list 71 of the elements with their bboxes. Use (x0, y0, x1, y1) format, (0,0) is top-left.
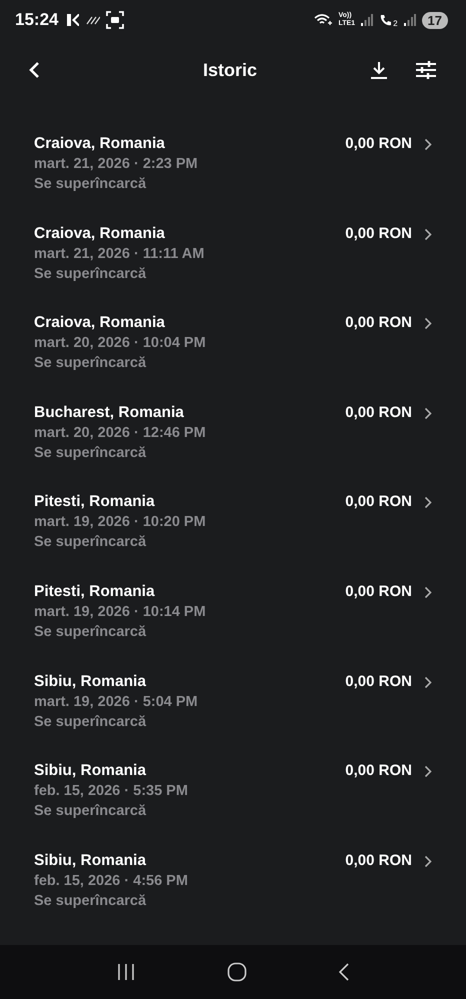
session-row[interactable]: Sibiu, Romania feb. 15, 2026 · 4:56 PM Se superîncarcă 0,00 RON (0, 850, 466, 940)
stripes-icon (86, 15, 100, 25)
session-location: Craiova, Romania (34, 224, 166, 244)
chevron-icon (424, 676, 432, 689)
chevron-icon (424, 765, 432, 778)
battery-level: 17 (422, 12, 448, 28)
chevron-icon (424, 586, 432, 599)
session-row[interactable]: Pitesti, Romania mart. 19, 2026 · 10:14 PM Se superîncarcă 0,00 RON (0, 582, 466, 672)
back-icon (28, 61, 40, 79)
session-status: Se superîncarcă (34, 264, 148, 284)
session-amount: 0,00 RON (345, 134, 412, 154)
session-row[interactable]: Craiova, Romania mart. 21, 2026 · 11:11 AM Se superîncarcă 0,00 RON (0, 224, 466, 314)
session-amount: 0,00 RON (345, 582, 412, 602)
session-status: Se superîncarcă (34, 444, 148, 463)
session-row[interactable]: Sibiu, Romania feb. 15, 2026 · 5:35 PM Se superîncarcă 0,00 RON (0, 761, 466, 851)
session-amount: 0,00 RON (345, 761, 412, 782)
wifi-icon (314, 13, 332, 27)
session-datetime: mart. 19, 2026 · 10:14 PM (34, 602, 207, 622)
phone-icon (379, 13, 394, 27)
session-status: Se superîncarcă (34, 802, 148, 822)
session-row[interactable]: Sibiu, Romania mart. 19, 2026 · 5:04 PM Se superîncarcă 0,00 RON (0, 672, 466, 762)
app-logo-icon (66, 13, 80, 27)
session-row[interactable]: Pitesti, Romania mart. 19, 2026 · 10:20 PM Se superîncarcă 0,00 RON (0, 492, 466, 582)
download-icon (370, 61, 388, 79)
sim-label: 2 (393, 19, 398, 28)
session-amount: 0,00 RON (345, 224, 412, 244)
signal-icon (404, 14, 416, 26)
session-location: Sibiu, Romania (34, 672, 148, 692)
session-status: Se superîncarcă (34, 175, 148, 194)
session-amount: 0,00 RON (345, 492, 412, 512)
back-icon[interactable] (338, 962, 350, 982)
screenshot-icon (106, 11, 124, 29)
session-datetime: feb. 15, 2026 · 5:35 PM (34, 782, 189, 802)
session-status: Se superîncarcă (34, 622, 148, 642)
page-title: Istoric (202, 60, 258, 80)
session-amount: 0,00 RON (345, 672, 412, 692)
session-location: Craiova, Romania (34, 313, 166, 334)
session-datetime: mart. 21, 2026 · 11:11 AM (34, 244, 206, 264)
session-location: Pitesti, Romania (34, 582, 156, 602)
status-time: 15:24 (15, 10, 58, 30)
session-status: Se superîncarcă (34, 533, 148, 552)
session-datetime: mart. 19, 2026 · 5:04 PM (34, 692, 199, 712)
session-status: Se superîncarcă (34, 712, 148, 732)
session-location: Bucharest, Romania (34, 402, 185, 423)
chevron-icon (424, 406, 432, 420)
session-datetime: mart. 20, 2026 · 10:04 PM (34, 334, 207, 354)
session-datetime: mart. 21, 2026 · 2:23 PM (34, 155, 199, 174)
chevron-icon (424, 496, 432, 510)
session-location: Craiova, Romania (34, 134, 166, 154)
session-row[interactable]: Craiova, Romania mart. 21, 2026 · 2:23 PM Se superîncarcă 0,00 RON (0, 134, 466, 224)
home-icon[interactable] (226, 962, 247, 982)
signal-icon (361, 14, 374, 26)
session-amount: 0,00 RON (345, 402, 412, 423)
session-status: Se superîncarcă (34, 892, 148, 911)
chevron-icon (424, 317, 432, 330)
session-row[interactable]: Craiova, Romania mart. 20, 2026 · 10:04 PM Se superîncarcă 0,00 RON (0, 313, 466, 403)
chevron-icon (424, 854, 432, 868)
session-location: Sibiu, Romania (34, 850, 148, 871)
session-amount: 0,00 RON (345, 313, 412, 334)
recent-apps-icon[interactable] (116, 963, 136, 981)
session-location: Sibiu, Romania (34, 761, 148, 782)
session-datetime: feb. 15, 2026 · 4:56 PM (34, 872, 189, 891)
session-status: Se superîncarcă (34, 354, 148, 374)
chevron-icon (424, 138, 432, 151)
session-location: Pitesti, Romania (34, 492, 156, 512)
chevron-icon (424, 228, 432, 241)
session-datetime: mart. 20, 2026 · 12:46 PM (34, 424, 207, 443)
session-amount: 0,00 RON (345, 850, 412, 871)
settings-icon (416, 61, 436, 79)
session-row[interactable]: Bucharest, Romania mart. 20, 2026 · 12:46 PM Se superîncarcă 0,00 RON (0, 402, 466, 492)
session-datetime: mart. 19, 2026 · 10:20 PM (34, 513, 207, 532)
